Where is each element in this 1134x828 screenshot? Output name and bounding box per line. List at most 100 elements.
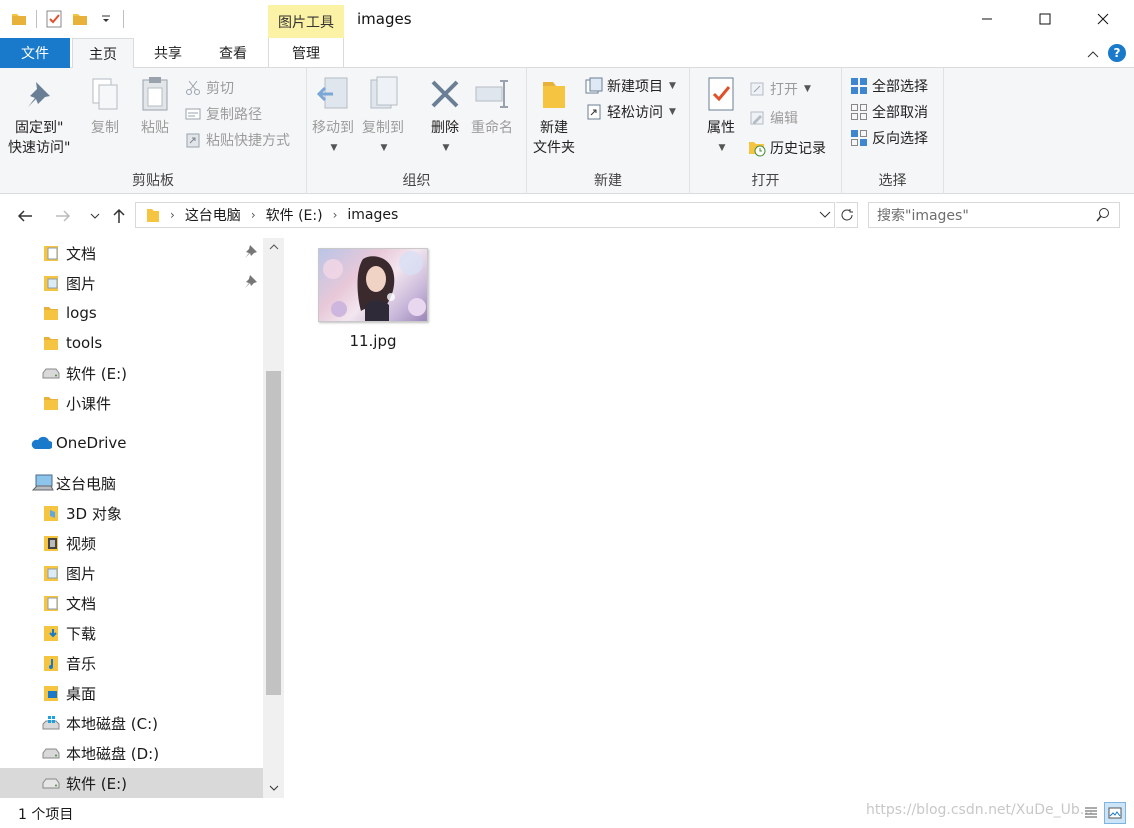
nav-item-drive-e-quick[interactable]: 软件 (E:)	[0, 358, 263, 388]
paste-icon	[136, 74, 174, 114]
nav-item-small-courseware[interactable]: 小课件	[0, 388, 263, 418]
pin-icon	[20, 74, 58, 114]
window-title: images	[357, 10, 412, 28]
nav-item-videos[interactable]: 视频	[0, 528, 263, 558]
nav-item-drive-e[interactable]: 软件 (E:)	[0, 768, 263, 798]
easy-access-button[interactable]: 轻松访问 ▼	[585, 100, 676, 124]
nav-pane-scrollbar[interactable]	[263, 238, 284, 798]
nav-item-local-disk-d[interactable]: 本地磁盘 (D:)	[0, 738, 263, 768]
tab-share[interactable]: 共享	[138, 38, 198, 68]
folder-icon[interactable]	[10, 9, 28, 29]
nav-item-tools[interactable]: tools	[0, 328, 263, 358]
scroll-thumb[interactable]	[266, 371, 281, 695]
up-button[interactable]	[108, 204, 130, 228]
forward-button[interactable]	[52, 204, 74, 228]
copy-path-icon	[184, 105, 202, 123]
ribbon: 固定到" 快速访问" 复制 粘贴 剪切 复制路径 粘贴快捷方式 剪贴板 移动到 …	[0, 68, 1134, 194]
copy-to-button[interactable]: 复制到 ▼	[362, 74, 404, 158]
maximize-button[interactable]	[1016, 0, 1074, 38]
nav-item-3d-objects[interactable]: 3D 对象	[0, 498, 263, 528]
pin-icon[interactable]	[244, 244, 258, 262]
select-all-button[interactable]: 全部选择	[850, 74, 928, 98]
select-none-icon	[850, 103, 868, 121]
new-folder-button[interactable]: 新建 文件夹	[533, 74, 575, 158]
history-button[interactable]: 历史记录	[748, 136, 826, 160]
tab-manage[interactable]: 管理	[268, 38, 344, 68]
ribbon-tabs: 文件 主页 共享 查看 管理	[0, 38, 1134, 69]
pin-icon[interactable]	[244, 274, 258, 292]
nav-item-this-pc[interactable]: 这台电脑	[0, 468, 263, 498]
search-icon[interactable]	[1095, 207, 1111, 227]
details-view-button[interactable]	[1080, 802, 1102, 824]
nav-item-music[interactable]: 音乐	[0, 648, 263, 678]
arrow-right-icon	[56, 210, 71, 222]
copy-button[interactable]: 复制	[86, 74, 124, 138]
nav-item-documents[interactable]: 文档	[0, 588, 263, 618]
breadcrumb: › 这台电脑 › 软件 (E:) › images	[146, 205, 398, 225]
nav-item-documents-pinned[interactable]: 文档	[0, 238, 263, 268]
nav-item-onedrive[interactable]: OneDrive	[0, 428, 263, 458]
paste-shortcut-button[interactable]: 粘贴快捷方式	[184, 128, 290, 152]
close-button[interactable]	[1074, 0, 1132, 38]
properties-button[interactable]: 属性 ▼	[702, 74, 740, 158]
delete-button[interactable]: 删除 ▼	[426, 74, 464, 158]
minimize-button[interactable]	[958, 0, 1016, 38]
pictures-folder-icon	[42, 564, 60, 582]
customize-dropdown-icon[interactable]	[97, 9, 115, 29]
rename-button[interactable]: 重命名	[471, 74, 513, 138]
arrow-up-icon	[113, 208, 125, 223]
back-button[interactable]	[14, 204, 36, 228]
clipboard-group: 固定到" 快速访问" 复制 粘贴 剪切 复制路径 粘贴快捷方式 剪贴板	[0, 68, 307, 194]
open-button[interactable]: 打开 ▼	[748, 77, 811, 101]
copy-path-button[interactable]: 复制路径	[184, 102, 262, 126]
nav-item-pictures-pinned[interactable]: 图片	[0, 268, 263, 298]
breadcrumb-drive-e[interactable]: 软件 (E:)	[266, 205, 323, 225]
file-item[interactable]: 11.jpg	[314, 248, 432, 350]
address-history-dropdown[interactable]	[816, 206, 834, 224]
nav-item-local-disk-c[interactable]: 本地磁盘 (C:)	[0, 708, 263, 738]
breadcrumb-images[interactable]: images	[347, 207, 398, 223]
refresh-icon	[841, 209, 853, 221]
nav-item-desktop[interactable]: 桌面	[0, 678, 263, 708]
properties-icon[interactable]	[45, 9, 63, 29]
scissors-icon	[184, 79, 202, 97]
refresh-button[interactable]	[836, 202, 858, 228]
chevron-down-icon: ▼	[669, 107, 676, 117]
address-bar[interactable]: › 这台电脑 › 软件 (E:) › images	[135, 202, 835, 228]
tab-home[interactable]: 主页	[72, 38, 134, 69]
select-group: 全部选择 全部取消 反向选择 选择	[842, 68, 944, 194]
separator	[36, 10, 37, 28]
recent-locations-button[interactable]	[84, 204, 106, 228]
breadcrumb-this-pc[interactable]: 这台电脑	[185, 205, 241, 225]
new-folder-icon[interactable]	[71, 9, 89, 29]
status-bar: 1 个项目 https://blog.csdn.net/XuDe_Ub...	[0, 798, 1134, 828]
tab-file[interactable]: 文件	[0, 38, 70, 68]
nav-item-downloads[interactable]: 下载	[0, 618, 263, 648]
chevron-down-icon: ▼	[380, 143, 388, 153]
videos-folder-icon	[42, 534, 60, 552]
3d-objects-folder-icon	[42, 504, 60, 522]
help-button[interactable]: ?	[1108, 44, 1126, 62]
select-none-button[interactable]: 全部取消	[850, 100, 928, 124]
collapse-ribbon-button[interactable]	[1084, 45, 1102, 63]
nav-item-pictures[interactable]: 图片	[0, 558, 263, 588]
search-input[interactable]: 搜索"images"	[868, 202, 1120, 228]
scroll-up-button[interactable]	[263, 238, 284, 255]
paste-button[interactable]: 粘贴	[136, 74, 174, 138]
new-folder-icon	[535, 74, 573, 114]
new-item-button[interactable]: 新建项目 ▼	[585, 74, 676, 98]
pin-to-quick-access-button[interactable]: 固定到" 快速访问"	[8, 74, 70, 158]
cut-button[interactable]: 剪切	[184, 76, 234, 100]
scroll-down-button[interactable]	[263, 778, 284, 798]
arrow-left-icon	[17, 210, 32, 222]
chevron-up-icon	[269, 243, 278, 249]
documents-folder-icon	[42, 594, 60, 612]
invert-selection-button[interactable]: 反向选择	[850, 126, 928, 150]
large-icons-view-button[interactable]	[1104, 802, 1126, 824]
chevron-down-icon	[90, 213, 100, 219]
move-to-button[interactable]: 移动到 ▼	[312, 74, 354, 158]
tab-view[interactable]: 查看	[202, 38, 264, 68]
edit-button[interactable]: 编辑	[748, 106, 798, 130]
nav-item-logs[interactable]: logs	[0, 298, 263, 328]
copy-icon	[86, 74, 124, 114]
